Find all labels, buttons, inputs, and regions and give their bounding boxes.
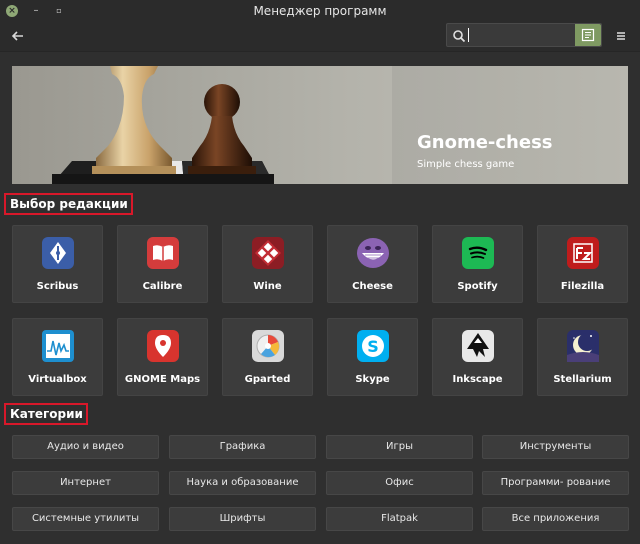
- section-header-editors-choice: Выбор редакции: [4, 193, 133, 215]
- scribus-icon: [42, 237, 74, 269]
- app-tile-virtualbox[interactable]: Virtualbox: [12, 318, 103, 396]
- svg-text:S: S: [367, 337, 379, 356]
- spotify-icon: [462, 237, 494, 269]
- window-title: Менеджер программ: [253, 4, 387, 18]
- app-tile-label: GNOME Maps: [124, 374, 201, 385]
- document-search-icon: [581, 28, 595, 42]
- app-tile-scribus[interactable]: Scribus: [12, 225, 103, 303]
- category-audio-video[interactable]: Аудио и видео: [12, 435, 159, 459]
- app-tile-wine[interactable]: Wine: [222, 225, 313, 303]
- app-tile-skype[interactable]: S Skype: [327, 318, 418, 396]
- arrow-left-icon: [11, 31, 23, 41]
- wine-icon: [252, 237, 284, 269]
- app-tile-inkscape[interactable]: Inkscape: [432, 318, 523, 396]
- app-tile-label: Gparted: [244, 374, 291, 385]
- gparted-icon: [252, 330, 284, 362]
- category-internet[interactable]: Интернет: [12, 471, 159, 495]
- app-tile-calibre[interactable]: Calibre: [117, 225, 208, 303]
- app-tile-label: Wine: [253, 281, 282, 292]
- search-in-summary-button[interactable]: [575, 24, 601, 46]
- hamburger-menu-icon: [617, 32, 625, 40]
- virtualbox-icon: [42, 330, 74, 362]
- app-tile-label: Spotify: [457, 281, 498, 292]
- back-button[interactable]: [8, 26, 28, 46]
- section-header-categories: Категории: [4, 403, 88, 425]
- category-fonts[interactable]: Шрифты: [169, 507, 316, 531]
- app-tile-cheese[interactable]: Cheese: [327, 225, 418, 303]
- app-tile-filezilla[interactable]: Filezilla: [537, 225, 628, 303]
- search-box[interactable]: [446, 23, 602, 47]
- menu-button[interactable]: [612, 27, 630, 45]
- app-tile-label: Virtualbox: [28, 374, 87, 385]
- title-bar: × – ▫ Менеджер программ: [0, 0, 640, 22]
- search-input[interactable]: [469, 26, 573, 44]
- app-tile-label: Filezilla: [560, 281, 605, 292]
- category-tools[interactable]: Инструменты: [482, 435, 629, 459]
- chess-pieces-image: [52, 66, 628, 184]
- banner-subtitle: Simple chess game: [417, 159, 515, 170]
- filezilla-icon: [567, 237, 599, 269]
- app-tile-stellarium[interactable]: Stellarium: [537, 318, 628, 396]
- category-programming[interactable]: Программи- рование: [482, 471, 629, 495]
- app-tile-gparted[interactable]: Gparted: [222, 318, 313, 396]
- toolbar: [0, 22, 640, 52]
- banner-title: Gnome-chess: [417, 132, 553, 153]
- app-tile-label: Stellarium: [553, 374, 612, 385]
- search-icon: [453, 30, 466, 43]
- app-tile-label: Inkscape: [452, 374, 503, 385]
- app-tile-label: Skype: [355, 374, 390, 385]
- app-tile-label: Calibre: [142, 281, 183, 292]
- cheese-icon: [357, 238, 389, 268]
- category-all-applications[interactable]: Все приложения: [482, 507, 629, 531]
- category-graphics[interactable]: Графика: [169, 435, 316, 459]
- category-system-tools[interactable]: Системные утилиты: [12, 507, 159, 531]
- app-tile-spotify[interactable]: Spotify: [432, 225, 523, 303]
- calibre-icon: [147, 237, 179, 269]
- app-tile-gnome-maps[interactable]: GNOME Maps: [117, 318, 208, 396]
- category-science-education[interactable]: Наука и образование: [169, 471, 316, 495]
- gnome-maps-icon: [147, 330, 179, 362]
- app-tile-label: Scribus: [36, 281, 79, 292]
- featured-banner[interactable]: Gnome-chess Simple chess game: [12, 66, 628, 184]
- skype-icon: S: [357, 330, 389, 362]
- category-flatpak[interactable]: Flatpak: [326, 507, 473, 531]
- stellarium-icon: [567, 330, 599, 362]
- category-games[interactable]: Игры: [326, 435, 473, 459]
- inkscape-icon: [462, 330, 494, 362]
- category-office[interactable]: Офис: [326, 471, 473, 495]
- app-tile-label: Cheese: [352, 281, 393, 292]
